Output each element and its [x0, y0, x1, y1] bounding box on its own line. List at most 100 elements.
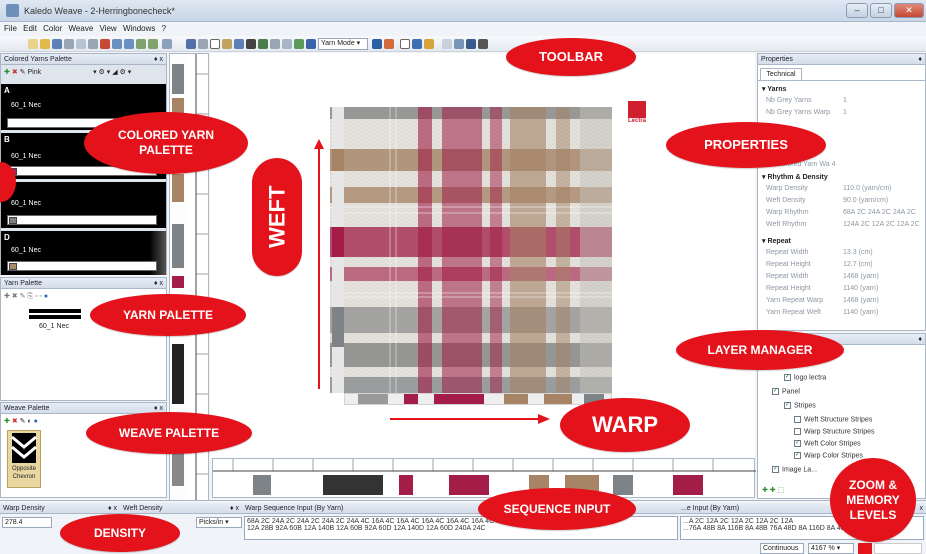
view-icon[interactable] [400, 39, 410, 49]
layer-warp-structure[interactable]: Warp Structure Stripes [794, 428, 875, 435]
undo-icon[interactable] [112, 39, 122, 49]
refresh-icon[interactable] [466, 39, 476, 49]
crosshair-icon[interactable] [442, 39, 452, 49]
yarn-item-label[interactable]: 60_1 Nec [39, 323, 69, 330]
pin-icon[interactable]: ♦ x [154, 278, 163, 289]
menu-color[interactable]: Color [43, 24, 62, 33]
weave-tool-icon[interactable] [306, 39, 316, 49]
checkbox[interactable]: ✓ [772, 388, 779, 395]
print-icon[interactable] [64, 39, 74, 49]
lock-icon[interactable] [424, 39, 434, 49]
yarn-palette-tools: ✚ ✖ ✎ ⎘ ▫ ▫ ● [4, 293, 49, 300]
density-unit-select[interactable]: Picks/in ▾ [196, 517, 242, 528]
checkbox[interactable]: ✓ [794, 452, 801, 459]
add-yarn-icon[interactable]: ✚ [4, 69, 10, 76]
layer-logo-lectra[interactable]: ✓ logo lectra [784, 374, 826, 381]
checkbox[interactable] [794, 428, 801, 435]
menu-file[interactable]: File [4, 24, 17, 33]
copy-icon[interactable] [136, 39, 146, 49]
fabric-preview[interactable] [330, 107, 612, 393]
brush-icon[interactable] [246, 39, 256, 49]
menu-weave[interactable]: Weave [69, 24, 94, 33]
section-rhythm[interactable]: ▾ Rhythm & Density [762, 173, 828, 181]
memory-level-swatch[interactable] [858, 543, 872, 554]
continuous-select[interactable]: Continuous ▾ [760, 543, 804, 554]
menu-view[interactable]: View [100, 24, 117, 33]
menu-windows[interactable]: Windows [123, 24, 155, 33]
line-icon[interactable] [282, 39, 292, 49]
new-file-icon[interactable] [28, 39, 38, 49]
save-icon[interactable] [52, 39, 62, 49]
selected-color-name[interactable]: Pink [27, 69, 41, 76]
close-button[interactable]: ✕ [894, 3, 924, 18]
checkbox[interactable]: ✓ [784, 374, 791, 381]
weft-density-title: Weft Density ♦ x [120, 503, 242, 514]
yarn-mode-select[interactable]: Yarn Mode ▾ [318, 38, 368, 50]
grid-icon[interactable] [372, 39, 382, 49]
zoom-select[interactable]: 4167 % ▾ [808, 543, 854, 554]
section-yarns[interactable]: ▾ Yarns [762, 85, 786, 93]
prop-value: 1 [843, 97, 847, 104]
pin-icon[interactable]: ♦ [918, 54, 922, 65]
warp-arrow [390, 414, 550, 424]
checkbox[interactable] [794, 416, 801, 423]
layer-label: Weft Structure Stripes [804, 416, 873, 424]
eyedropper-icon[interactable]: ✎ [20, 69, 26, 76]
minimize-button[interactable]: – [846, 3, 868, 18]
pin-icon[interactable]: ♦ x [230, 503, 239, 514]
fill-icon[interactable] [234, 39, 244, 49]
resize-icon[interactable] [454, 39, 464, 49]
menu-help[interactable]: ? [162, 24, 166, 33]
select-arrow-icon[interactable] [210, 39, 220, 49]
layer-weft-color[interactable]: ✓ Weft Color Stripes [794, 440, 861, 447]
layers-icon[interactable] [412, 39, 422, 49]
paste-icon[interactable] [148, 39, 158, 49]
layer-label: Image La... [782, 466, 818, 474]
options-icon[interactable]: ▾ ⚙ ▾ ◢ ⚙ ▾ [93, 69, 131, 76]
section-repeat[interactable]: ▾ Repeat [762, 237, 791, 245]
print-preview-icon[interactable] [76, 39, 86, 49]
cut-icon[interactable] [88, 39, 98, 49]
rotate-icon[interactable] [186, 39, 196, 49]
weave-item-opposite-chevron[interactable]: Opposite Chevron [7, 430, 41, 488]
prop-value: 12.7 (cm) [843, 261, 873, 268]
layer-panel[interactable]: ✓ Panel [772, 388, 800, 395]
yarn-item-c[interactable]: C 60_1 Nec [1, 182, 166, 228]
yarn-item-d[interactable]: D 60_1 Nec [1, 231, 166, 275]
zoom-icon[interactable] [162, 39, 172, 49]
warp-density-input[interactable]: 278.4 [2, 517, 52, 528]
maximize-button[interactable]: □ [870, 3, 892, 18]
yarn-thread-icon[interactable] [29, 309, 81, 313]
layer-warp-color[interactable]: ✓ Warp Color Stripes [794, 452, 863, 459]
layer-image[interactable]: ✓ Image La... [772, 466, 817, 473]
tab-technical[interactable]: Technical [760, 68, 802, 80]
pin-icon[interactable]: ♦ x [108, 503, 117, 514]
checkbox[interactable]: ✓ [784, 402, 791, 409]
warp-sequence-ruler[interactable] [212, 458, 756, 498]
pin-icon[interactable]: ♦ x [154, 54, 163, 65]
palette-icon[interactable] [384, 39, 394, 49]
checkbox[interactable]: ✓ [794, 440, 801, 447]
checkbox[interactable]: ✓ [772, 466, 779, 473]
yarn-thread-icon[interactable] [29, 315, 81, 319]
stripe-icon[interactable] [294, 39, 304, 49]
pencil-icon[interactable] [222, 39, 232, 49]
open-folder-icon[interactable] [40, 39, 50, 49]
settings-icon[interactable] [478, 39, 488, 49]
app-icon [6, 4, 19, 17]
delete-yarn-icon[interactable]: ✖ [12, 69, 18, 76]
layer-stripes[interactable]: ✓ Stripes [784, 402, 816, 409]
layer-weft-structure[interactable]: Weft Structure Stripes [794, 416, 872, 423]
pick-color-icon[interactable] [258, 39, 268, 49]
redo-icon[interactable] [124, 39, 134, 49]
pin-icon[interactable]: x [920, 503, 924, 514]
prop-label: Warp Rhythm [766, 209, 809, 216]
delete-icon[interactable] [100, 39, 110, 49]
search-icon[interactable] [198, 39, 208, 49]
menu-edit[interactable]: Edit [23, 24, 37, 33]
shape-icon[interactable] [270, 39, 280, 49]
layer-tools[interactable]: ✚ ✚ ⬚ [762, 486, 784, 494]
pin-icon[interactable]: ♦ [918, 334, 922, 345]
memory-level-slot[interactable] [874, 543, 922, 554]
callout-yarn-palette-text: YARN PALETTE [122, 307, 213, 322]
